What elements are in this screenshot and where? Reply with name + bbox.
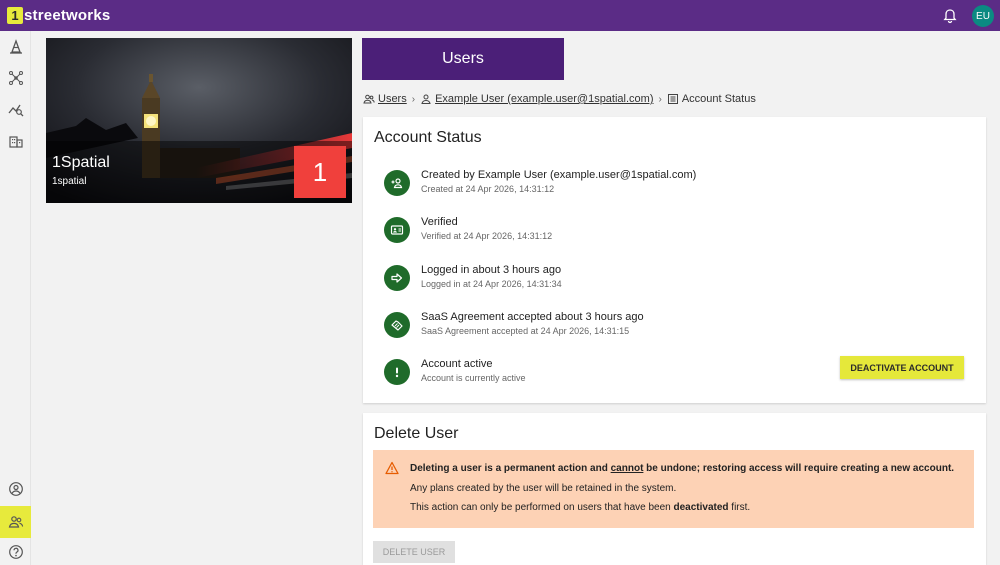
status-verified-timestamp: Verified at 24 Apr 2026, 14:31:12: [421, 231, 553, 241]
id-card-icon: [384, 217, 410, 243]
app-logo[interactable]: 1 streetworks: [7, 7, 110, 24]
status-created-timestamp: Created at 24 Apr 2026, 14:31:12: [421, 184, 555, 194]
account-status-card: Account Status Created by Example User (…: [363, 117, 986, 403]
status-item-created: Created by Example User (example.user@1s…: [384, 165, 964, 201]
organisation-count-badge: 1: [294, 146, 346, 198]
warning-line-2: Any plans created by the user will be re…: [410, 483, 677, 494]
status-logged-in-timestamp: Logged in at 24 Apr 2026, 14:31:34: [421, 279, 562, 289]
analytics-icon[interactable]: [0, 95, 31, 123]
status-logged-in-text: Logged in about 3 hours ago: [421, 264, 562, 276]
organisation-card[interactable]: 1Spatial 1spatial 1: [46, 38, 352, 203]
bell-icon[interactable]: [942, 8, 958, 24]
delete-warning-alert: Deleting a user is a permanent action an…: [373, 450, 974, 528]
warning-icon: [385, 461, 399, 475]
organisation-icon[interactable]: [0, 127, 31, 155]
status-active-subtext: Account is currently active: [421, 373, 526, 383]
status-created-text: Created by Example User (example.user@1s…: [421, 169, 697, 181]
status-saas-timestamp: SaaS Agreement accepted at 24 Apr 2026, …: [421, 326, 630, 336]
breadcrumb-users-link[interactable]: Users: [378, 93, 407, 105]
account-status-title: Account Status: [374, 129, 482, 146]
delete-user-title: Delete User: [374, 425, 459, 442]
login-arrow-icon: [384, 265, 410, 291]
sidebar: [0, 31, 31, 565]
organisation-subtitle: 1spatial: [52, 176, 87, 187]
status-item-logged-in: Logged in about 3 hours ago Logged in at…: [384, 260, 964, 296]
warning-line-3: This action can only be performed on use…: [410, 502, 751, 513]
delete-user-card: Delete User Deleting a user is a permane…: [363, 413, 986, 565]
person-add-icon: [384, 170, 410, 196]
users-icon: [363, 94, 375, 104]
status-saas-text: SaaS Agreement accepted about 3 hours ag…: [421, 311, 644, 323]
status-verified-text: Verified: [421, 216, 458, 228]
status-active-text: Account active: [421, 358, 493, 370]
delete-user-button[interactable]: DELETE USER: [373, 541, 455, 563]
page-title: Users: [362, 38, 564, 80]
exclamation-icon: [384, 359, 410, 385]
help-icon[interactable]: [0, 538, 31, 565]
road-cone-icon[interactable]: [0, 33, 31, 61]
logo-text: streetworks: [24, 7, 111, 24]
status-item-verified: Verified Verified at 24 Apr 2026, 14:31:…: [384, 212, 964, 248]
deactivate-account-button[interactable]: DEACTIVATE ACCOUNT: [840, 356, 964, 379]
organisation-name: 1Spatial: [52, 154, 110, 171]
breadcrumb-separator: ›: [411, 93, 416, 105]
user-avatar[interactable]: EU: [972, 5, 994, 27]
breadcrumb-user-link[interactable]: Example User (example.user@1spatial.com): [435, 93, 653, 105]
person-icon: [421, 94, 431, 104]
list-icon: [667, 94, 678, 104]
status-item-saas-agreement: SaaS Agreement accepted about 3 hours ag…: [384, 307, 964, 343]
breadcrumb: Users › Example User (example.user@1spat…: [363, 92, 756, 106]
warning-line-1: Deleting a user is a permanent action an…: [410, 463, 955, 474]
account-icon[interactable]: [0, 475, 31, 503]
top-app-bar: 1 streetworks EU: [0, 0, 1000, 31]
logo-mark: 1: [7, 7, 23, 24]
breadcrumb-separator: ›: [658, 93, 662, 105]
users-icon[interactable]: [0, 506, 31, 538]
network-icon[interactable]: [0, 64, 31, 92]
breadcrumb-current: Account Status: [681, 93, 756, 105]
handshake-icon: [384, 312, 410, 338]
